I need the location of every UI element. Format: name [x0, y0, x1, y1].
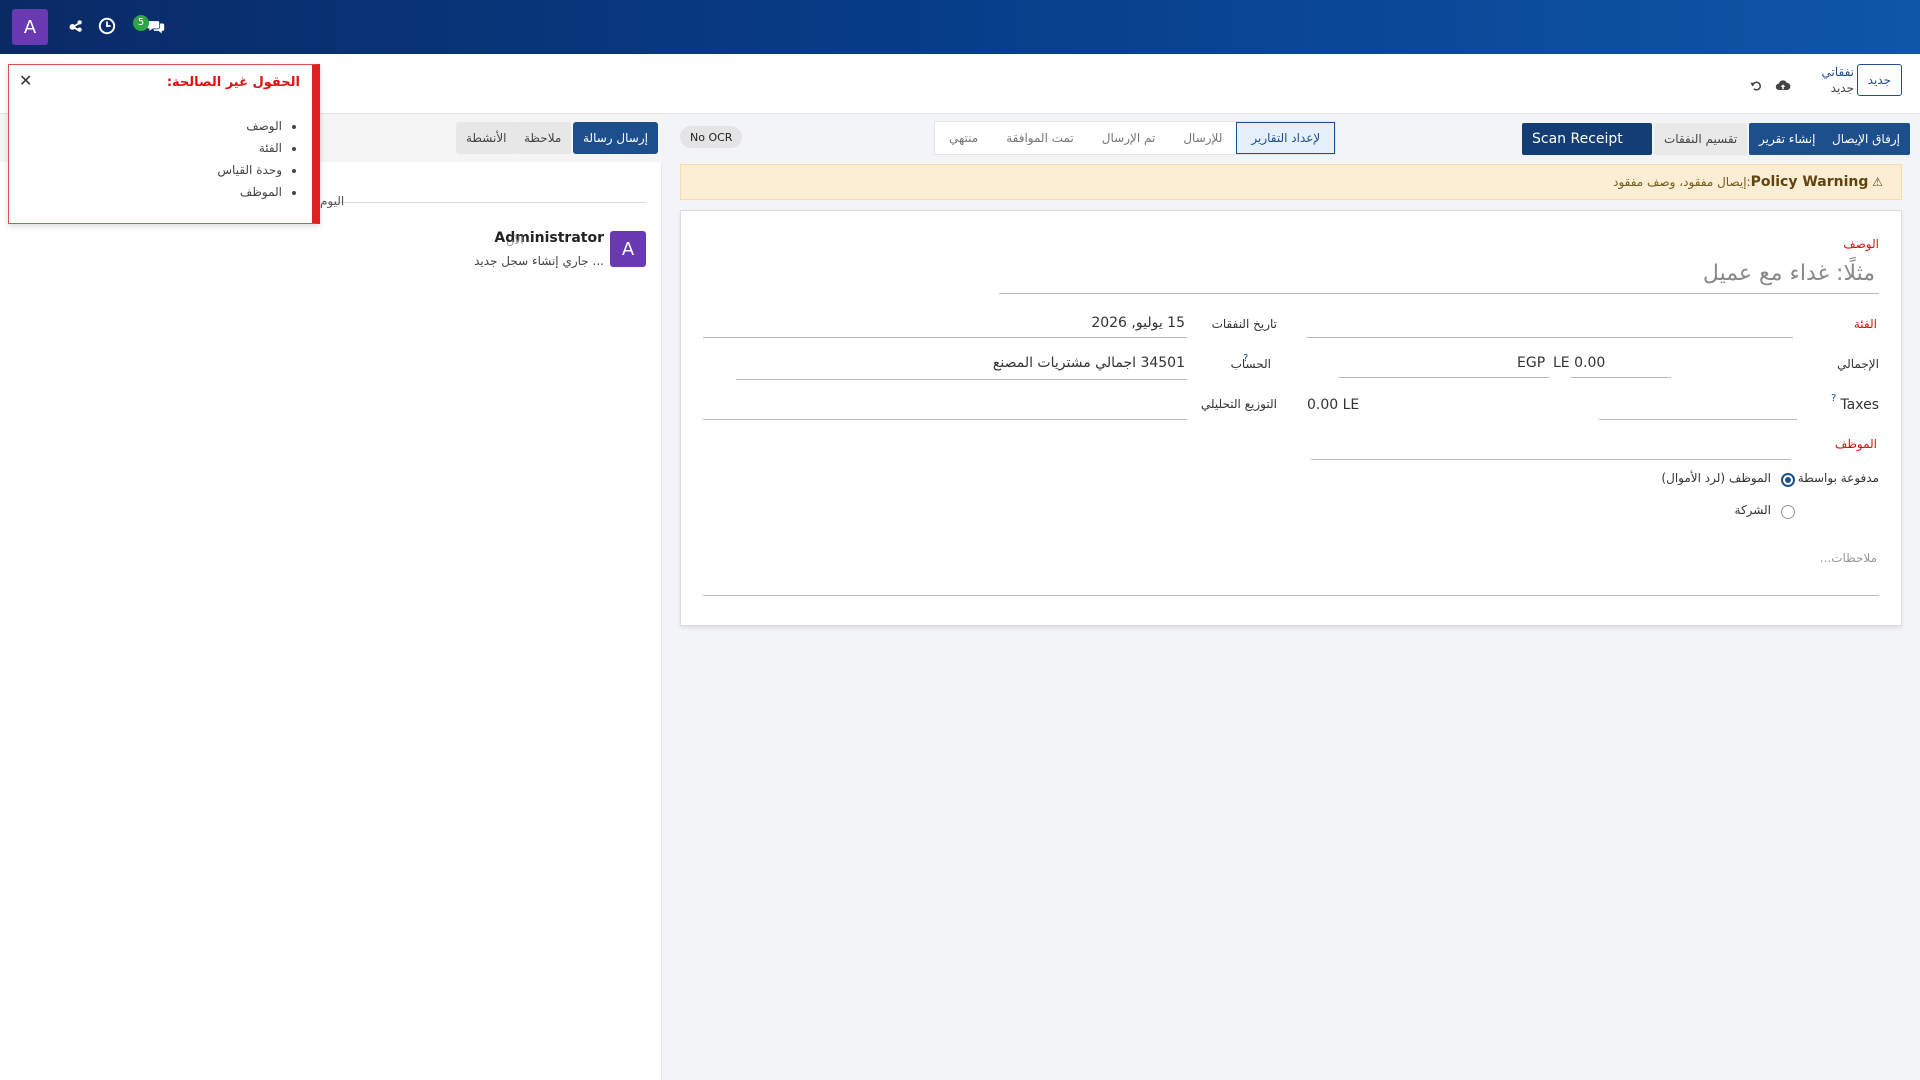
attach-receipt-button[interactable]: إرفاق الإيصال [1822, 123, 1910, 155]
total-amount-input[interactable]: LE 0.00 [1553, 355, 1605, 371]
description-label: الوصف [1843, 237, 1879, 251]
account-underline [736, 379, 1187, 380]
clock-icon[interactable] [96, 15, 118, 37]
new-button[interactable]: جديد [1856, 64, 1902, 96]
category-underline [1307, 337, 1793, 338]
notes-input[interactable]: ملاحظات... [1820, 551, 1877, 565]
close-icon[interactable]: ✕ [19, 71, 32, 90]
help-icon[interactable]: ? [1831, 393, 1836, 404]
expense-date-label: تاريخ النفقات [1211, 317, 1277, 331]
invalid-field-item: الوصف [217, 115, 282, 137]
currency-select[interactable]: EGP [1517, 355, 1545, 371]
split-expense-button[interactable]: تقسيم النفقات [1654, 123, 1748, 155]
taxes-underline [1599, 419, 1797, 420]
policy-warning: ⚠ Policy Warning:إيصال مفقود، وصف مفقود [1613, 174, 1883, 190]
create-report-button[interactable]: إنشاء تقرير [1749, 123, 1826, 155]
invalid-fields-title: الحقول غير الصالحة: [166, 75, 300, 90]
status-step-submitted[interactable]: تم الإرسال [1088, 122, 1170, 154]
invalid-fields-notification: ✕ الحقول غير الصالحة: الوصف الفئة وحدة ا… [8, 64, 320, 224]
status-step-to-submit[interactable]: للإرسال [1169, 122, 1236, 154]
status-bar: إرفاق الإيصال إنشاء تقرير تقسيم النفقات … [662, 114, 1920, 162]
taxes-label: Taxes [1840, 397, 1879, 413]
employee-label: الموظف [1834, 437, 1877, 451]
expense-form-sheet: الوصف مثلًا: غداء مع عميل الفئة تاريخ ال… [680, 210, 1902, 626]
total-underline [1571, 377, 1671, 378]
status-steps: لإعداد التقارير للإرسال تم الإرسال تمت ا… [934, 121, 1337, 155]
paid-by-employee-radio[interactable] [1781, 473, 1795, 487]
today-separator [330, 202, 646, 203]
invalid-field-item: وحدة القياس [217, 159, 282, 181]
analytic-distribution-underline [703, 419, 1187, 420]
scan-receipt-button[interactable]: Scan Receipt [1522, 123, 1652, 155]
messages-badge: 5 [133, 15, 149, 31]
description-input[interactable]: مثلًا: غداء مع عميل [1703, 261, 1875, 286]
user-avatar[interactable]: A [12, 9, 48, 45]
discard-icon[interactable] [1746, 76, 1766, 96]
paid-by-company-label[interactable]: الشركة [1735, 503, 1771, 517]
activities-button[interactable]: الأنشطة [456, 122, 517, 154]
account-input[interactable]: 34501 اجمالي مشتريات المصنع [993, 355, 1185, 371]
message-avatar[interactable]: A [610, 231, 646, 267]
status-step-approved[interactable]: تمت الموافقة [992, 122, 1088, 154]
notes-underline [703, 595, 1879, 596]
description-underline [999, 293, 1879, 294]
breadcrumb-current: جديد [1830, 81, 1854, 95]
total-label: الإجمالي [1837, 357, 1879, 371]
expense-date-input[interactable]: 15 يوليو, 2026 [1091, 315, 1185, 331]
currency-underline [1339, 377, 1549, 378]
policy-warning-title: Policy Warning [1750, 174, 1869, 190]
send-message-button[interactable]: إرسال رسالة [573, 122, 658, 154]
status-step-to-report[interactable]: لإعداد التقارير [1236, 122, 1336, 154]
today-label: اليوم [320, 194, 345, 208]
status-step-done[interactable]: منتهي [935, 122, 992, 154]
breadcrumb: نفقاتي جديد [1822, 64, 1854, 96]
save-cloud-icon[interactable] [1773, 76, 1793, 96]
chatter-panel: إرسال رسالة ملاحظة الأنشطة اليوم A Admin… [0, 114, 662, 1080]
taxes-amount: 0.00 LE [1307, 397, 1360, 413]
form-area: إرفاق الإيصال إنشاء تقرير تقسيم النفقات … [662, 114, 1920, 1080]
analytic-distribution-label: التوزيع التحليلي [1200, 397, 1277, 411]
top-navbar: A 5 [0, 0, 1920, 54]
debug-icon[interactable] [65, 15, 87, 37]
policy-warning-text: :إيصال مفقود، وصف مفقود [1613, 175, 1751, 189]
breadcrumb-parent[interactable]: نفقاتي [1822, 64, 1854, 80]
invalid-fields-list: الوصف الفئة وحدة القياس الموظف [217, 115, 282, 203]
paid-by-employee-label[interactable]: الموظف (لرد الأموال) [1661, 471, 1771, 485]
invalid-field-item: الموظف [217, 181, 282, 203]
policy-warning-banner: ⚠ Policy Warning:إيصال مفقود، وصف مفقود [680, 164, 1902, 200]
message-time: - الآن [506, 234, 531, 247]
paid-by-label: مدفوعة بواسطة [1797, 471, 1879, 485]
help-icon[interactable]: ? [1243, 353, 1248, 364]
expense-date-underline [703, 337, 1187, 338]
invalid-field-item: الفئة [217, 137, 282, 159]
ocr-status-badge: No OCR [680, 126, 743, 148]
account-label: الحساب [1230, 357, 1271, 371]
log-note-button[interactable]: ملاحظة [514, 122, 572, 154]
warning-icon: ⚠ [1872, 175, 1883, 189]
message-body: جاري إنشاء سجل جديد ... [474, 254, 604, 268]
paid-by-company-radio[interactable] [1781, 505, 1795, 519]
category-label: الفئة [1853, 317, 1877, 331]
employee-underline [1311, 459, 1791, 460]
